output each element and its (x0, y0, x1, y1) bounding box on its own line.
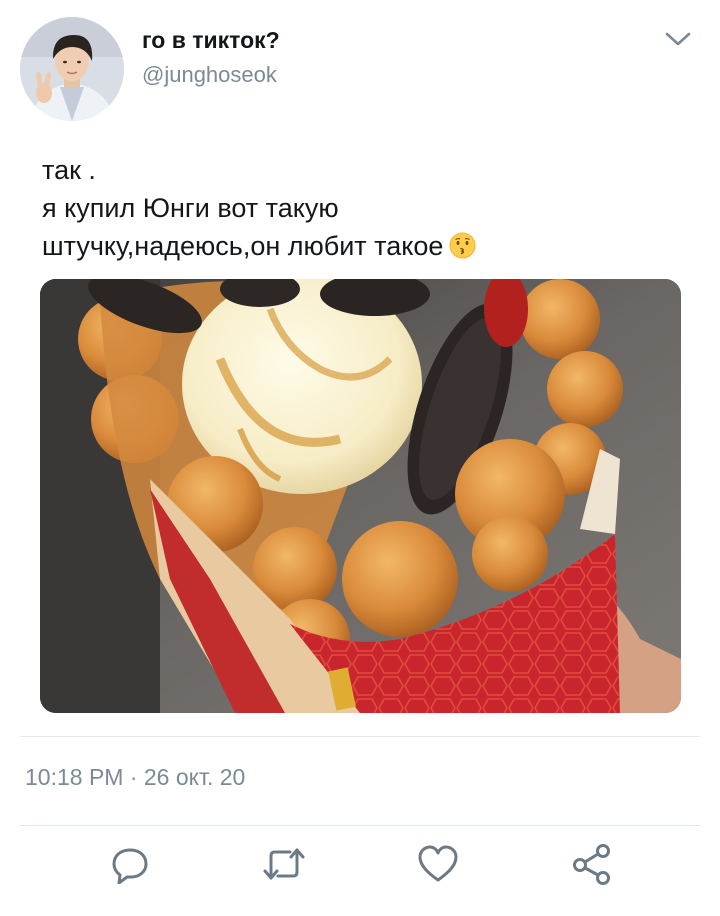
more-options-button[interactable] (660, 28, 696, 54)
tweet-text: так . я купил Юнги вот такую штучку,наде… (42, 151, 682, 265)
like-button[interactable] (414, 842, 462, 890)
tweet-text-line: так . (42, 155, 96, 185)
tweet-text-line-content: штучку,надеюсь,он любит такое (42, 231, 444, 261)
user-handle[interactable]: @junghoseok (142, 62, 277, 88)
tweet-timestamp[interactable]: 10:18 PM · 26 окт. 20 (25, 764, 245, 791)
tweet-photo[interactable] (40, 279, 681, 713)
reply-icon (110, 844, 150, 889)
retweet-button[interactable] (260, 842, 308, 890)
tweet-text-line: я купил Юнги вот такую (42, 193, 339, 223)
kissing-face-emoji-icon (449, 231, 476, 259)
chevron-down-icon (665, 31, 691, 52)
retweet-icon (262, 844, 306, 889)
display-name[interactable]: го в тикток? (142, 27, 280, 54)
tweet-card: го в тикток? @junghoseok так . я купил Ю… (0, 0, 720, 916)
divider (20, 825, 700, 826)
avatar[interactable] (20, 17, 124, 121)
tweet-text-line: штучку,надеюсь,он любит такое (42, 227, 682, 265)
divider (20, 736, 700, 737)
heart-icon (417, 844, 459, 889)
reply-button[interactable] (106, 842, 154, 890)
tweet-actions (0, 842, 720, 902)
share-icon (571, 843, 613, 890)
share-button[interactable] (568, 842, 616, 890)
